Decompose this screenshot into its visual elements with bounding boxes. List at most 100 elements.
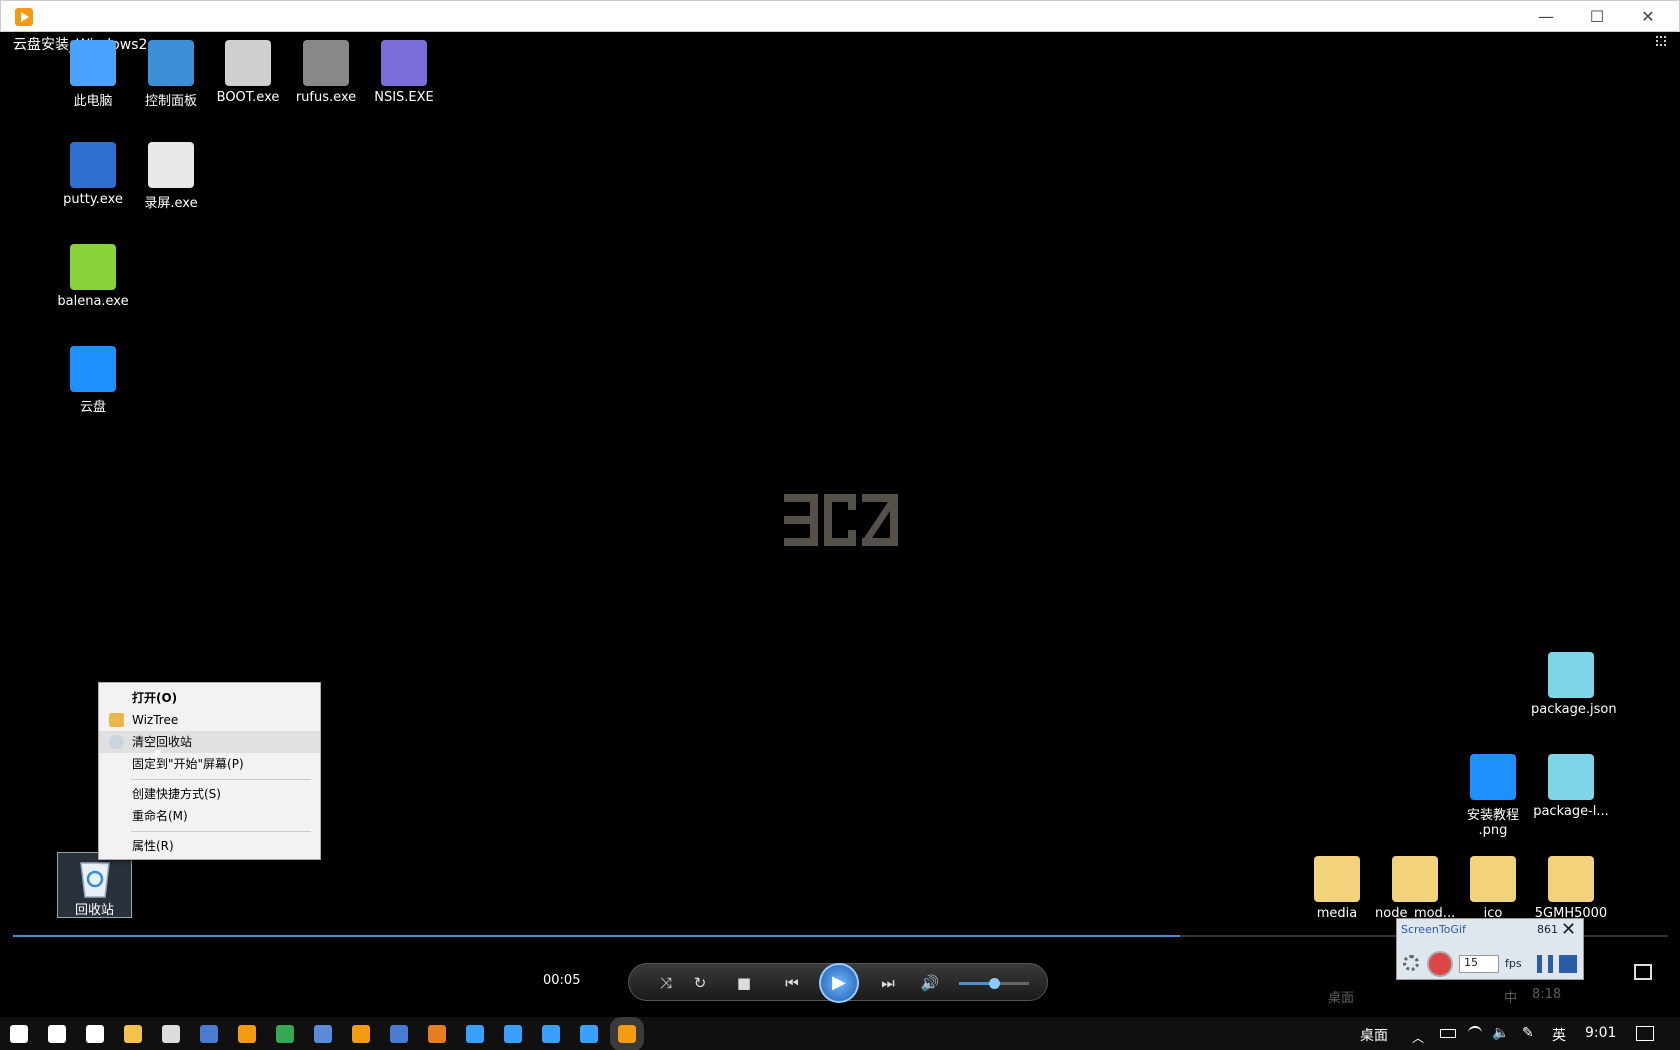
stg-title: ScreenToGif <box>1401 923 1466 936</box>
folder-icon <box>1392 856 1438 902</box>
desktop-icon-5[interactable]: putty.exe <box>53 142 133 207</box>
remote-icon[interactable] <box>200 1025 218 1043</box>
screentogif-window: ScreenToGif 861 ✕ 15 fps <box>1396 918 1584 980</box>
desktop-icon-label: 云盘 <box>79 400 106 415</box>
desktop-icon-6[interactable]: 录屏.exe <box>131 142 211 211</box>
json-file-icon <box>1548 754 1594 800</box>
computer-icon <box>70 40 116 86</box>
terminal-icon[interactable] <box>162 1025 180 1043</box>
nsis-icon <box>381 40 427 86</box>
task-view-icon[interactable] <box>86 1025 104 1043</box>
speaker-icon[interactable]: 🔈 <box>1492 1025 1509 1041</box>
stg-record-icon[interactable] <box>1427 951 1453 977</box>
desktop-icon-right-5[interactable]: ico <box>1453 856 1533 921</box>
image-file-icon <box>1470 754 1516 800</box>
menu-item-empty-recycle[interactable]: 清空回收站 <box>99 731 320 753</box>
desktop-icon-label: package-l... <box>1533 804 1609 819</box>
menu-item-properties[interactable]: 属性(R) <box>99 835 320 857</box>
taskbar: 桌面 ︿ 🔈 ✎ 英 9:01 <box>0 1017 1680 1050</box>
desktop-icon-right-0[interactable]: package.json <box>1531 652 1617 717</box>
menu-item-create-shortcut[interactable]: 创建快捷方式(S) <box>99 783 320 805</box>
ime-label[interactable]: 英 <box>1552 1025 1566 1045</box>
desktop-icon-right-4[interactable]: node_mod... <box>1375 856 1455 921</box>
menu-item-wiztree[interactable]: WizTree <box>99 709 320 731</box>
boot-icon <box>225 40 271 86</box>
desktop-icon-right-1[interactable]: 安装教程 .png <box>1453 754 1533 838</box>
stg-pause-icon[interactable] <box>1537 955 1553 973</box>
control-panel-icon <box>148 40 194 86</box>
shuffle-button[interactable]: ⤨ <box>653 971 679 995</box>
chrome-icon[interactable] <box>276 1025 294 1043</box>
desktop-icon-1[interactable]: 控制面板 <box>131 40 211 109</box>
minimize-button[interactable]: — <box>1521 1 1571 32</box>
desktop-icon-0[interactable]: 此电脑 <box>53 40 133 109</box>
desktop-icon-8[interactable]: 云盘 <box>53 346 133 415</box>
grid-icon[interactable] <box>1656 36 1666 46</box>
search-app-icon[interactable] <box>466 1025 484 1043</box>
desktop-icon-2[interactable]: BOOT.exe <box>208 40 288 105</box>
start-icon[interactable] <box>10 1025 28 1043</box>
json-file-icon <box>1548 652 1594 698</box>
stg-settings-icon[interactable] <box>1403 955 1419 971</box>
app-s-icon[interactable] <box>428 1025 446 1043</box>
folder-icon <box>1548 856 1594 902</box>
cloud-drive-icon[interactable] <box>580 1025 598 1043</box>
volume-icon[interactable]: 🔊 <box>917 971 943 995</box>
maximize-button[interactable]: ☐ <box>1572 1 1622 32</box>
recycle-bin[interactable]: 回收站 <box>57 852 132 918</box>
desktop-icon-7[interactable]: balena.exe <box>53 244 133 309</box>
stg-close-icon[interactable]: ✕ <box>1561 919 1576 940</box>
app-cube-icon[interactable] <box>314 1025 332 1043</box>
wifi-icon[interactable] <box>1468 1026 1482 1040</box>
close-button[interactable]: ✕ <box>1623 1 1673 32</box>
server-icon[interactable] <box>504 1025 522 1043</box>
captured-clock: 8:18 <box>1532 987 1562 1002</box>
player-icon[interactable] <box>610 1017 644 1050</box>
putty-icon[interactable] <box>390 1025 408 1043</box>
repeat-button[interactable]: ↻ <box>687 971 713 995</box>
next-button[interactable]: ⏭ <box>873 971 903 995</box>
menu-separator <box>131 831 311 832</box>
usb-icon <box>303 40 349 86</box>
stop-button[interactable]: ■ <box>731 971 757 995</box>
desktop-icon-label: 安装教程 .png <box>1466 808 1519 838</box>
desktop-icon-right-2[interactable]: package-l... <box>1531 754 1611 819</box>
notification-icon[interactable] <box>1636 1026 1654 1041</box>
taskbar-desktop-label[interactable]: 桌面 <box>1360 1025 1388 1045</box>
volume-knob[interactable] <box>989 978 1000 989</box>
context-menu: 打开(O) WizTree 清空回收站 固定到"开始"屏幕(P) 创建快捷方式(… <box>98 682 321 860</box>
putty-icon <box>70 142 116 188</box>
recycle-bin-label: 回收站 <box>74 903 114 918</box>
network-icon[interactable] <box>542 1025 560 1043</box>
player-controls: ⤨ ↻ ■ ⏮ ▶ ⏭ 🔊 <box>628 963 1048 1003</box>
app-ring-icon[interactable] <box>352 1025 370 1043</box>
logo-icon <box>784 494 898 546</box>
pen-icon[interactable]: ✎ <box>1522 1025 1534 1041</box>
app-orange-icon[interactable] <box>238 1025 256 1043</box>
desktop-icon-4[interactable]: NSIS.EXE <box>364 40 444 105</box>
menu-item-rename[interactable]: 重命名(M) <box>99 805 320 827</box>
desktop-icon-label: putty.exe <box>63 192 123 207</box>
playback-time: 00:05 <box>543 973 581 988</box>
tray-chevron-icon[interactable]: ︿ <box>1412 1029 1424 1046</box>
file-explorer-icon[interactable] <box>124 1025 142 1043</box>
stg-fps-input[interactable]: 15 <box>1459 955 1499 973</box>
battery-icon <box>1440 1029 1456 1038</box>
stg-fps-label: fps <box>1505 957 1522 970</box>
menu-item-pin-start[interactable]: 固定到"开始"屏幕(P) <box>99 753 320 775</box>
desktop-icon-right-6[interactable]: 5GMH5000 <box>1531 856 1611 921</box>
desktop-icon-label: NSIS.EXE <box>374 90 434 105</box>
stg-stop-icon[interactable] <box>1559 955 1577 973</box>
desktop-icon-label: 录屏.exe <box>144 196 198 211</box>
fullscreen-icon[interactable] <box>1634 964 1652 980</box>
desktop-icon-3[interactable]: rufus.exe <box>286 40 366 105</box>
taskbar-clock[interactable]: 9:01 <box>1585 1025 1616 1041</box>
desktop-icon-label: media <box>1316 906 1358 921</box>
menu-item-open[interactable]: 打开(O) <box>99 687 320 709</box>
desktop-icon-label: BOOT.exe <box>216 90 280 105</box>
volume-slider[interactable] <box>959 978 1029 989</box>
desktop-icon-right-3[interactable]: media <box>1297 856 1377 921</box>
play-button[interactable]: ▶ <box>819 963 859 1003</box>
search-icon[interactable] <box>48 1025 66 1043</box>
previous-button[interactable]: ⏮ <box>777 971 807 995</box>
